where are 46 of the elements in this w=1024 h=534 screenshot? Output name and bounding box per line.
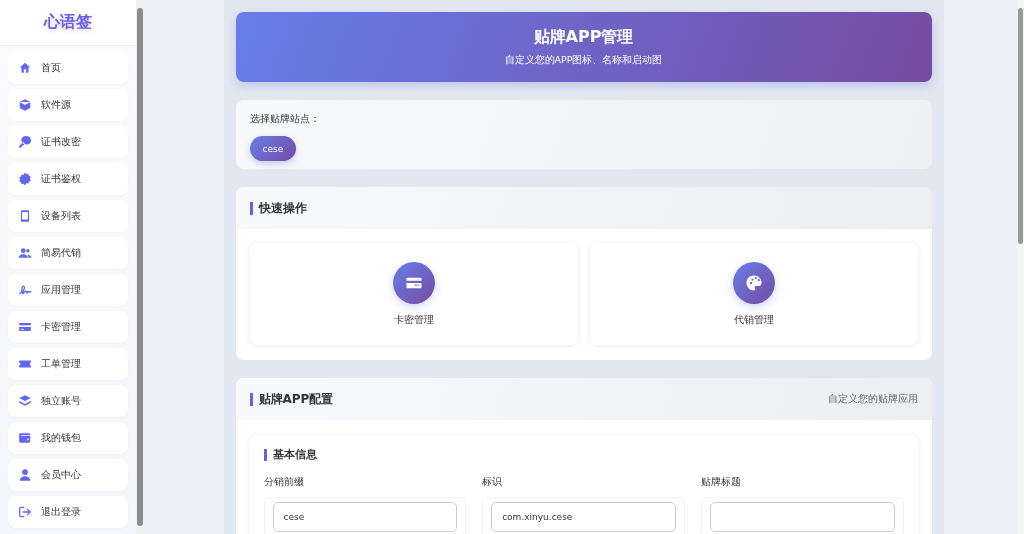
field-label: 分销前缀 (263, 475, 305, 489)
text-input[interactable]: cese (272, 502, 458, 532)
nav-item[interactable]: 会员中心 (8, 459, 128, 491)
nav-item[interactable]: 设备列表 (8, 200, 128, 232)
card-icon (392, 261, 435, 304)
nav-icon (18, 468, 32, 482)
card-title: 贴牌APP配置 (249, 392, 334, 406)
scrollbar[interactable] (136, 0, 144, 534)
card-hint: 自定义您的贴牌应用 (827, 392, 918, 406)
nav-icon (18, 320, 32, 334)
quick-action[interactable]: 卡密管理 (249, 243, 578, 345)
nav-icon (18, 431, 32, 445)
nav-icon (18, 505, 32, 519)
nav-item[interactable]: 证书改密 (8, 126, 128, 158)
nav-icon (18, 135, 32, 149)
nav-icon (18, 61, 32, 75)
nav-item[interactable]: 卡密管理 (8, 311, 128, 343)
nav-icon (18, 283, 32, 297)
text-input[interactable]: com.xinyu.cese (491, 502, 676, 532)
nav-icon (18, 172, 32, 186)
text-input[interactable] (709, 502, 895, 532)
nav-icon (18, 394, 32, 408)
nav-item[interactable]: 工单管理 (8, 348, 128, 380)
page-subtitle: 自定义您的APP图标、名称和启动图 (504, 54, 663, 67)
nav-item[interactable]: 独立账号 (8, 385, 128, 417)
site-picker-label: 选择贴牌站点： (249, 112, 320, 126)
site-chip[interactable]: cese (249, 136, 297, 161)
page-title: 贴牌APP管理 (533, 27, 634, 48)
nav-item[interactable]: 软件源 (8, 89, 128, 121)
palette-icon (732, 261, 775, 304)
nav-icon (18, 209, 32, 223)
nav-item[interactable]: 证书鉴权 (8, 163, 128, 195)
nav-item[interactable]: 应用管理 (8, 274, 128, 306)
nav-item[interactable]: 简易代销 (8, 237, 128, 269)
section-title: 基本信息 (263, 449, 904, 461)
brand-logo: 心语签 (0, 0, 136, 46)
card-title: 快速操作 (249, 201, 307, 215)
nav-item[interactable]: 退出登录 (8, 496, 128, 528)
nav-icon (18, 246, 32, 260)
nav-item[interactable]: 首页 (8, 52, 128, 84)
scrollbar[interactable] (1017, 0, 1024, 534)
nav-icon (18, 98, 32, 112)
field-label: 贴牌标题 (700, 475, 742, 489)
field-label: 标识 (482, 475, 504, 489)
quick-action[interactable]: 代销管理 (589, 243, 918, 345)
nav-item[interactable]: 我的钱包 (8, 422, 128, 454)
